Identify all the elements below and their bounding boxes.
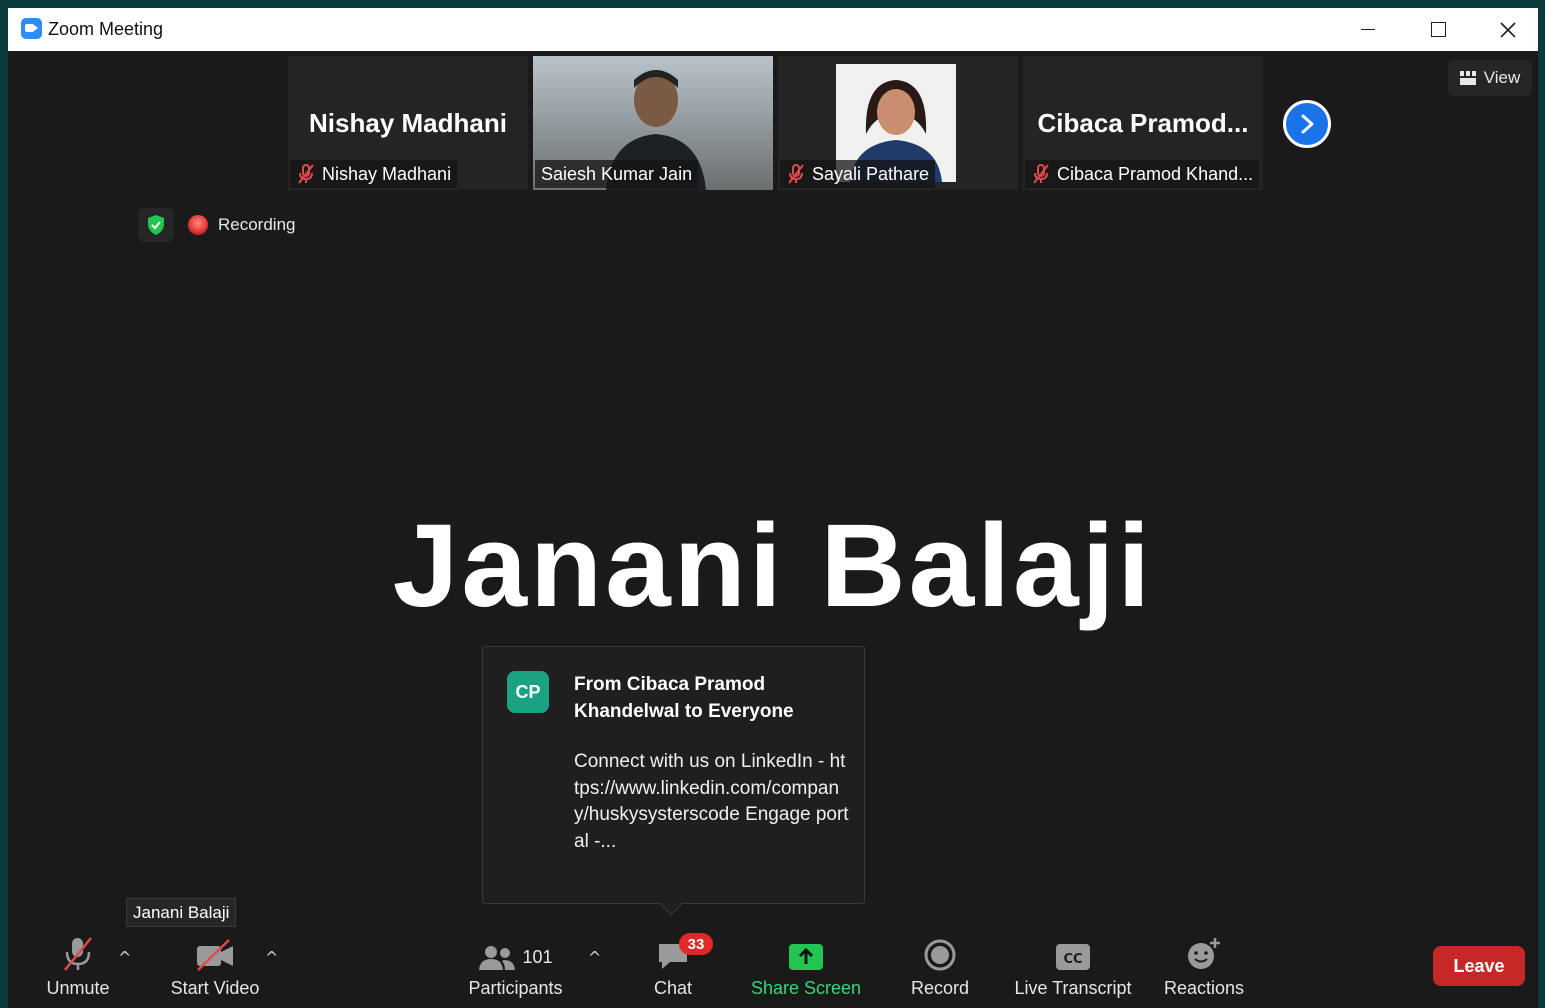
video-tile-nishay[interactable]: Nishay Madhani Nishay Madhani: [288, 56, 528, 190]
maximize-button[interactable]: [1403, 8, 1473, 51]
chat-button[interactable]: 33 Chat: [633, 928, 713, 1008]
live-transcript-label: Live Transcript: [1014, 978, 1132, 998]
shield-check-icon: [148, 215, 164, 235]
minimize-icon: [1361, 29, 1375, 30]
participants-options-caret-up-icon[interactable]: ^: [588, 948, 601, 967]
window-title: Zoom Meeting: [48, 19, 164, 39]
unmute-button[interactable]: Unmute: [38, 928, 118, 1008]
mic-muted-icon: [298, 164, 314, 184]
live-transcript-button[interactable]: CC Live Transcript: [1008, 928, 1138, 1008]
view-grid-icon: [1459, 71, 1476, 85]
reactions-button[interactable]: Reactions: [1158, 928, 1250, 1008]
chat-label: Chat: [653, 978, 693, 998]
recording-indicator[interactable]: Recording: [188, 208, 296, 242]
reactions-label: Reactions: [1163, 978, 1245, 998]
maximize-icon: [1430, 22, 1446, 37]
share-screen-icon: [789, 944, 823, 970]
mic-muted-icon: [64, 937, 92, 971]
recording-label: Recording: [218, 215, 296, 234]
tile-name-label: Saiesh Kumar Jain: [535, 160, 699, 188]
speaker-tooltip: Janani Balaji: [126, 898, 237, 927]
next-page-button[interactable]: [1283, 100, 1331, 148]
mic-muted-icon: [1033, 164, 1049, 184]
chat-unread-badge: 33: [679, 933, 713, 955]
video-tile-saiesh[interactable]: Saiesh Kumar Jain: [533, 56, 773, 190]
mic-muted-icon: [788, 164, 804, 184]
close-icon: [1500, 21, 1516, 38]
record-label: Record: [910, 978, 970, 998]
closed-caption-icon: CC: [1056, 944, 1090, 970]
record-button[interactable]: Record: [900, 928, 980, 1008]
chat-message: Connect with us on LinkedIn - https://ww…: [574, 751, 849, 852]
zoom-app-icon: [21, 18, 42, 39]
leave-button[interactable]: Leave: [1433, 946, 1525, 986]
zoom-window: Zoom Meeting Nishay Madhani Nishay Madha…: [8, 8, 1538, 1008]
participants-icon: [479, 946, 516, 970]
close-button[interactable]: [1473, 8, 1543, 51]
video-muted-icon: [197, 939, 233, 971]
minimize-button[interactable]: [1333, 8, 1403, 51]
next-arrow-icon: [1301, 114, 1314, 134]
unmute-label: Unmute: [46, 978, 110, 998]
title-bar: Zoom Meeting: [8, 8, 1538, 51]
video-tile-cibaca[interactable]: Cibaca Pramod... Cibaca Pramod Khand...: [1023, 56, 1263, 190]
video-tile-sayali[interactable]: Sayali Pathare: [778, 56, 1018, 190]
chat-sender: From Cibaca Pramod Khandelwal to Everyon…: [574, 674, 794, 722]
view-button[interactable]: View: [1448, 60, 1532, 96]
participants-button[interactable]: 101 Participants: [463, 928, 568, 1008]
chat-notification-popup[interactable]: CP From Cibaca Pramod Khandelwal to Ever…: [482, 646, 865, 916]
participants-count: 101: [522, 947, 553, 967]
reactions-icon: [1188, 938, 1220, 969]
start-video-button[interactable]: Start Video: [163, 928, 267, 1008]
share-screen-label: Share Screen: [750, 978, 862, 998]
svg-text:CC: CC: [1063, 952, 1082, 967]
view-label: View: [1483, 68, 1521, 87]
share-screen-button[interactable]: Share Screen: [746, 928, 866, 1008]
tile-name-label: Nishay Madhani: [290, 160, 458, 188]
tile-display-name: Cibaca Pramod...: [1037, 108, 1249, 138]
audio-options-caret-up-icon[interactable]: ^: [118, 948, 131, 967]
video-options-caret-up-icon[interactable]: ^: [265, 948, 278, 967]
tile-name-label: Cibaca Pramod Khand...: [1025, 160, 1260, 188]
participants-label: Participants: [468, 978, 563, 998]
active-speaker-name: Janani Balaji: [392, 500, 1154, 632]
meeting-toolbar: Unmute ^ Start Video ^ 101 Participants …: [8, 928, 1538, 1008]
start-video-label: Start Video: [170, 978, 260, 998]
tile-name-label: Sayali Pathare: [780, 160, 936, 188]
popup-pointer: [659, 892, 683, 916]
record-icon: [924, 939, 956, 971]
recording-dot-icon: [188, 215, 208, 235]
security-indicator[interactable]: [138, 208, 174, 242]
avatar: CP: [507, 671, 549, 713]
tile-display-name: Nishay Madhani: [309, 108, 507, 138]
